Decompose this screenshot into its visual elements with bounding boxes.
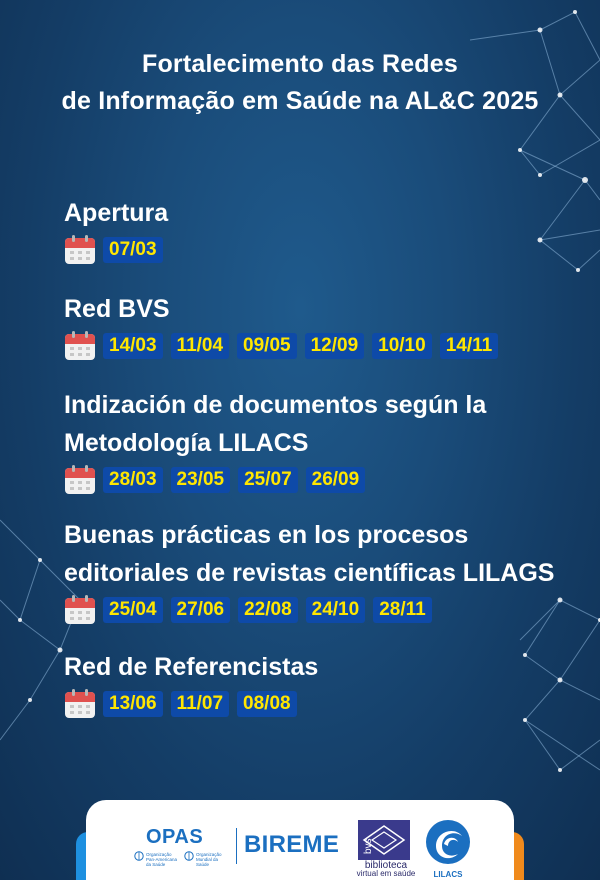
section-buenas-practicas: Buenas prácticas en los procesos editori…: [64, 516, 594, 625]
calendar-icon: [65, 689, 95, 718]
bireme-logo: BIREME: [244, 831, 340, 858]
section-indizacion: Indización de documentos según la Metodo…: [64, 386, 594, 495]
section-title: Indización de documentos según la: [64, 391, 487, 419]
dates-row: 13/06 11/07 08/08: [64, 689, 594, 719]
lilacs-wordmark: LILACS: [433, 870, 463, 879]
date-chip: 24/10: [305, 597, 366, 623]
date-chip: 11/04: [170, 333, 230, 359]
date-chip: 28/03: [103, 467, 163, 493]
poster: Fortalecimento das Redes de Informação e…: [0, 0, 600, 880]
lilacs-logo-icon: [426, 820, 470, 864]
section-title: Red BVS: [64, 295, 170, 323]
who-emblem-icon: [184, 851, 194, 861]
date-chip: 28/11: [373, 597, 432, 623]
logo-bar: OPAS Organização Pan-Americana da Saúde …: [86, 800, 514, 880]
section-title: Metodología LILACS: [64, 429, 309, 457]
date-chip: 27/06: [170, 597, 231, 623]
title-line-2: de Informação em Saúde na AL&C 2025: [61, 87, 539, 115]
page-title: Fortalecimento das Redes de Informação e…: [0, 46, 600, 120]
dates-row: 25/04 27/06 22/08 24/10 28/11: [64, 595, 594, 625]
section-red-bvs: Red BVS 14/03 11/04 09/05 12/09 10/10 14…: [64, 290, 594, 361]
calendar-icon: [65, 331, 95, 360]
bvs-subtitle-line-2: virtual em saúde: [356, 869, 416, 878]
opas-wordmark: OPAS: [146, 826, 204, 848]
date-chip: 11/07: [170, 691, 230, 717]
calendar-icon: [65, 465, 95, 494]
bvs-subtitle: biblioteca virtual em saúde: [354, 861, 418, 878]
opas-subtitle-2: Organização Mundial da Saúde: [196, 852, 222, 867]
date-chip: 14/11: [439, 333, 499, 359]
calendar-icon: [65, 595, 95, 624]
date-chip: 14/03: [103, 333, 163, 359]
paho-emblem-icon: [134, 851, 144, 861]
section-red-referencistas: Red de Referencistas 13/06 11/07 08/08: [64, 648, 594, 719]
logo-divider: [236, 828, 237, 864]
dates-row: 07/03: [64, 235, 594, 265]
date-chip: 07/03: [103, 237, 163, 263]
date-chip: 09/05: [237, 333, 297, 359]
date-chip: 22/08: [238, 597, 298, 623]
section-title: Apertura: [64, 199, 169, 227]
date-chip: 12/09: [304, 333, 365, 359]
bvs-wordmark: bvs: [363, 838, 374, 854]
opas-logo: OPAS Organização Pan-Americana da Saúde …: [134, 826, 234, 874]
title-line-1: Fortalecimento das Redes: [141, 50, 458, 78]
date-chip: 08/08: [237, 691, 297, 717]
opas-subtitle-1: Organização Pan-Americana da Saúde: [146, 852, 178, 867]
section-title: Buenas prácticas en los procesos: [64, 521, 469, 549]
dates-row: 14/03 11/04 09/05 12/09 10/10 14/11: [64, 331, 594, 361]
date-chip: 10/10: [372, 333, 432, 359]
date-chip: 13/06: [103, 691, 163, 717]
section-title: editoriales de revistas científicas LILA…: [64, 559, 555, 587]
date-chip: 23/05: [170, 467, 231, 493]
date-chip: 25/04: [103, 597, 163, 623]
calendar-icon: [65, 235, 95, 264]
date-chip: 26/09: [305, 467, 366, 493]
section-apertura: Apertura 07/03: [64, 194, 594, 265]
section-title: Red de Referencistas: [64, 653, 319, 681]
date-chip: 25/07: [238, 467, 298, 493]
dates-row: 28/03 23/05 25/07 26/09: [64, 465, 594, 495]
